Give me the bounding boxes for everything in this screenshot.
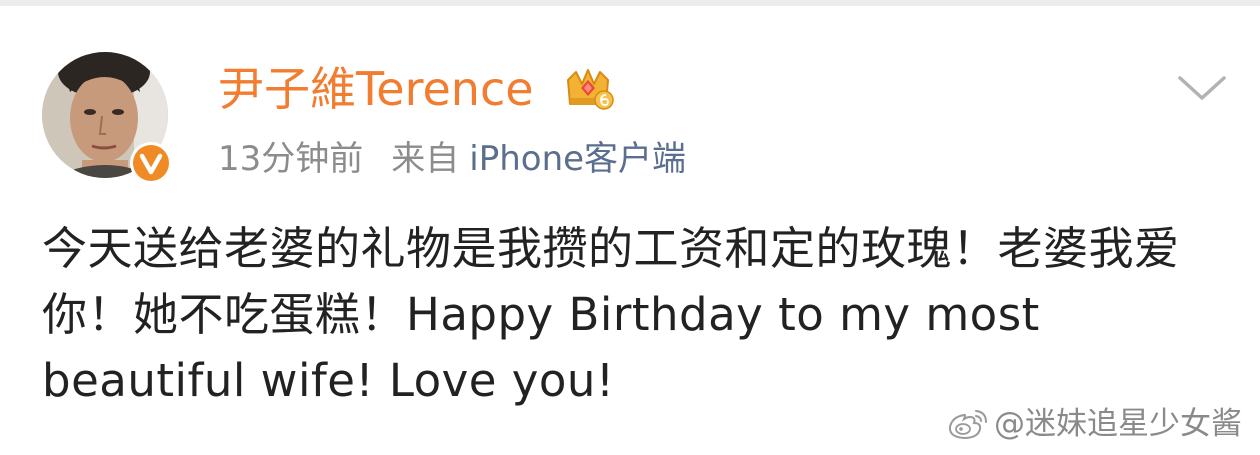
from-label: 来自 [391,139,460,179]
post-time: 13分钟前 [218,139,364,179]
weibo-logo-icon [948,410,987,440]
username[interactable]: 尹子維Terence [218,60,534,118]
watermark-text: @迷妹追星少女酱 [994,406,1242,442]
top-divider [0,0,1260,6]
verified-v-icon [130,142,172,184]
crown-icon[interactable] [562,62,614,112]
post-meta: 13分钟前 来自 iPhone客户端 [218,134,686,184]
post-text: 今天送给老婆的礼物是我攒的工资和定的玫瑰！老婆我爱你！她不吃蛋糕！Happy B… [42,222,1180,407]
chevron-down-icon[interactable] [1174,70,1230,106]
source-link[interactable]: iPhone客户端 [469,139,686,179]
watermark: @迷妹追星少女酱 [946,404,1242,444]
